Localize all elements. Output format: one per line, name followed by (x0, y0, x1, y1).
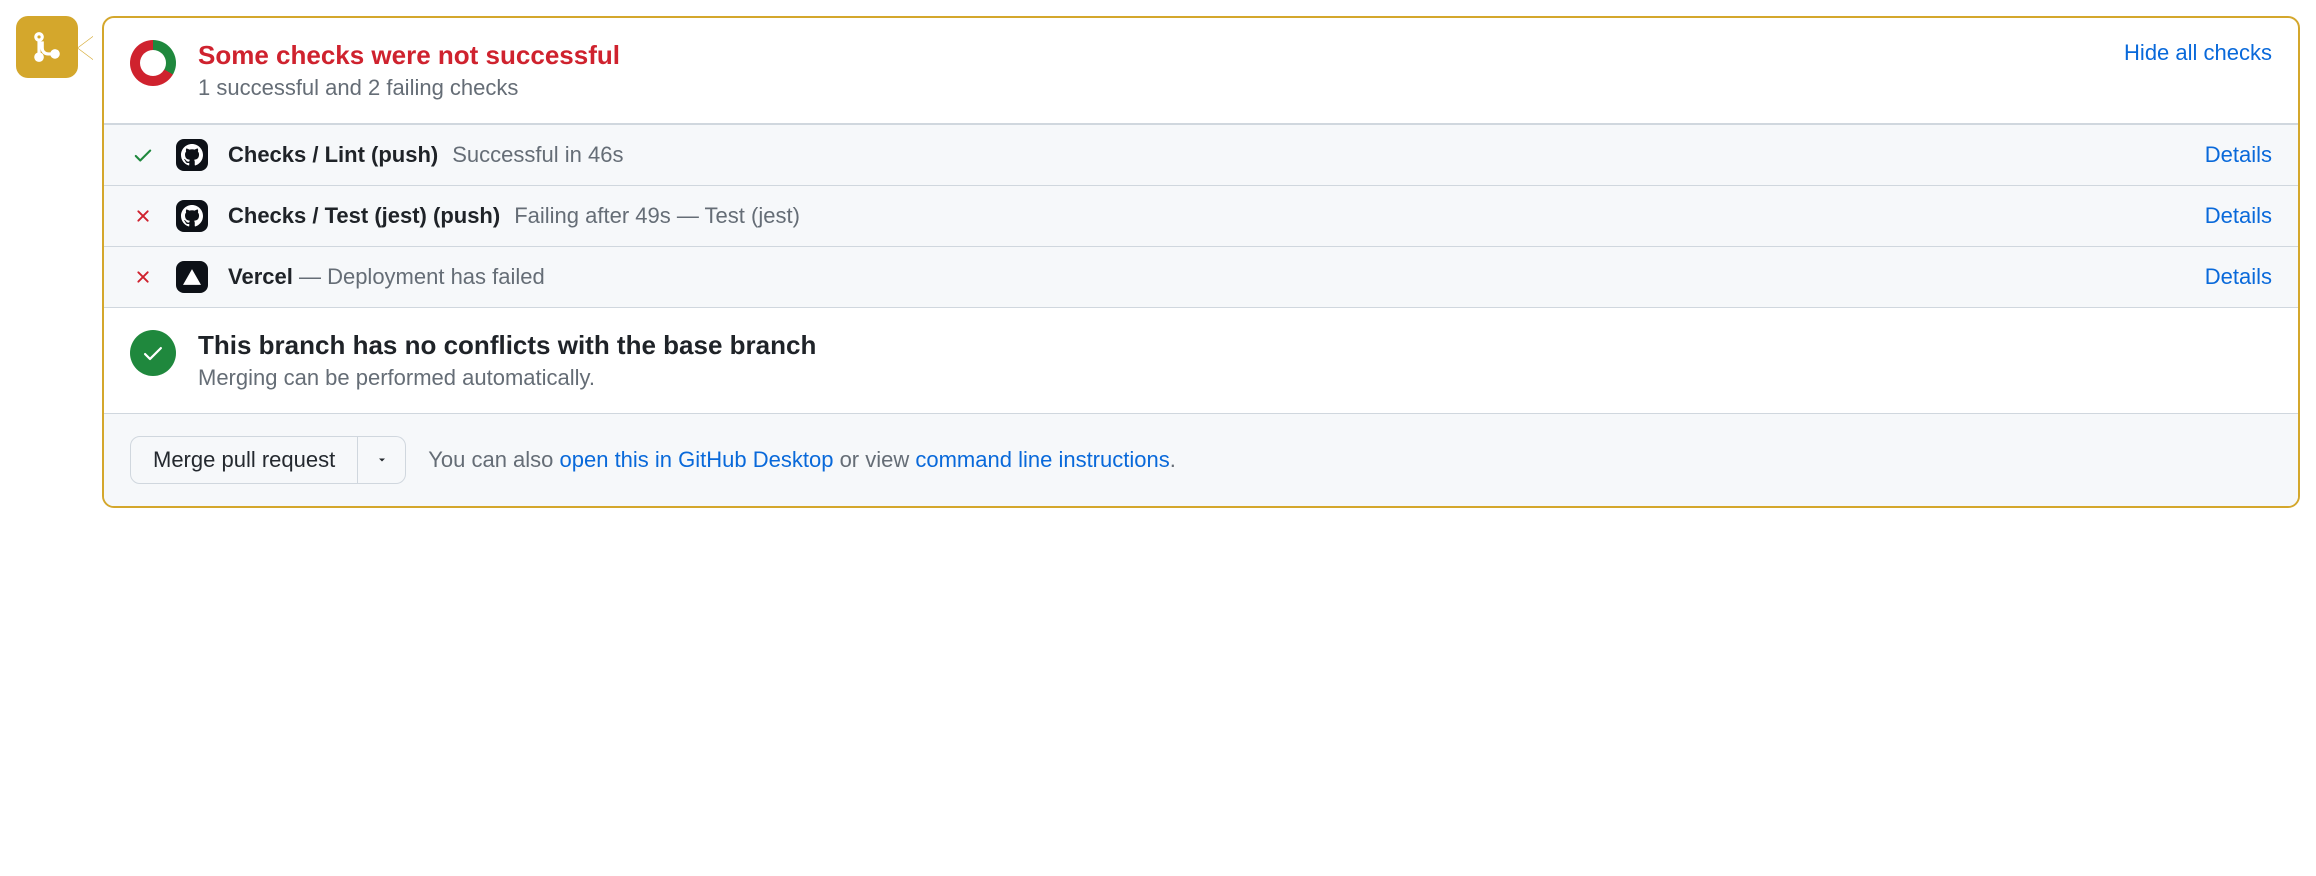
check-fail-icon (130, 267, 156, 287)
status-donut-icon (130, 40, 176, 86)
checks-summary-subtitle: 1 successful and 2 failing checks (198, 75, 2102, 101)
check-status-text: — Deployment has failed (293, 264, 545, 289)
check-success-icon (130, 144, 156, 166)
git-merge-icon (30, 30, 64, 64)
vercel-app-icon (176, 261, 208, 293)
check-fail-icon (130, 206, 156, 226)
check-row: Checks / Test (jest) (push) Failing afte… (104, 185, 2298, 246)
merge-method-dropdown-button[interactable] (358, 436, 406, 484)
merge-status-badge (16, 16, 78, 78)
hide-all-checks-link[interactable]: Hide all checks (2124, 40, 2272, 66)
check-name: Vercel (228, 264, 293, 289)
check-name: Checks / Lint (push) (228, 142, 438, 168)
github-app-icon (176, 200, 208, 232)
merge-pull-request-button[interactable]: Merge pull request (130, 436, 358, 484)
merge-panel: Some checks were not successful 1 succes… (102, 16, 2300, 508)
caret-down-icon (376, 454, 388, 466)
check-details-link[interactable]: Details (2205, 264, 2272, 290)
check-status-text: Successful in 46s (452, 142, 623, 168)
check-name: Checks / Test (jest) (push) (228, 203, 500, 229)
conflict-title: This branch has no conflicts with the ba… (198, 330, 816, 361)
merge-footer: Merge pull request You can also open thi… (104, 413, 2298, 506)
check-row: Vercel — Deployment has failed Details (104, 246, 2298, 307)
merge-footer-text: You can also open this in GitHub Desktop… (428, 447, 1176, 473)
check-details-link[interactable]: Details (2205, 203, 2272, 229)
conflict-section: This branch has no conflicts with the ba… (104, 307, 2298, 413)
checks-list: Checks / Lint (push) Successful in 46s D… (104, 123, 2298, 307)
command-line-instructions-link[interactable]: command line instructions (915, 447, 1169, 472)
checks-summary-section: Some checks were not successful 1 succes… (104, 18, 2298, 123)
conflict-subtitle: Merging can be performed automatically. (198, 365, 816, 391)
checks-summary-title: Some checks were not successful (198, 40, 2102, 71)
success-circle-icon (130, 330, 176, 376)
check-status-text: Failing after 49s — Test (jest) (514, 203, 800, 229)
check-details-link[interactable]: Details (2205, 142, 2272, 168)
github-app-icon (176, 139, 208, 171)
check-row: Checks / Lint (push) Successful in 46s D… (104, 124, 2298, 185)
open-in-desktop-link[interactable]: open this in GitHub Desktop (560, 447, 834, 472)
